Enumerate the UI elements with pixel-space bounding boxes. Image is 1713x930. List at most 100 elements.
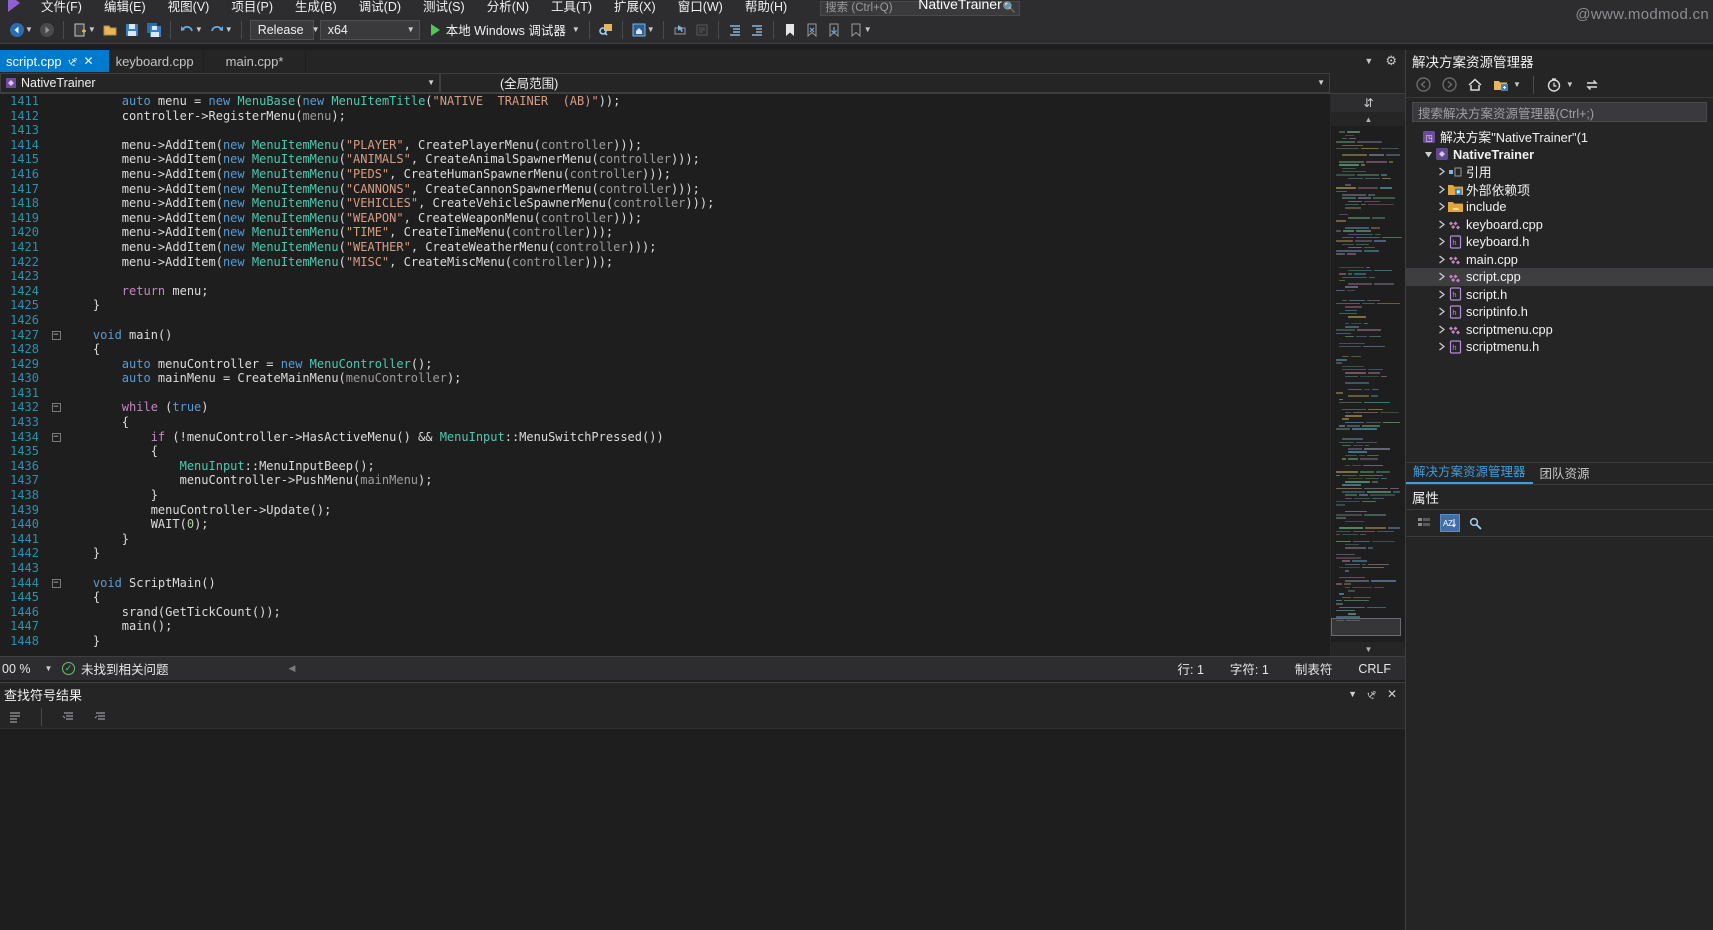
increase-indent-icon[interactable] [746,19,768,41]
scroll-up-arrow[interactable]: ▲ [1331,112,1405,126]
tree-node-[interactable]: 外部依赖项 [1406,181,1713,199]
chevron-down-icon[interactable]: ▼ [1513,80,1521,89]
minimap-viewport[interactable] [1331,618,1401,636]
home-icon[interactable] [1464,74,1486,96]
code-line[interactable]: 1434− if (!menuController->HasActiveMenu… [0,430,1330,445]
code-line[interactable]: 1421 menu->AddItem(new MenuItemMenu("WEA… [0,240,1330,255]
toggle-bookmark-icon[interactable] [779,19,801,41]
code-line[interactable]: 1420 menu->AddItem(new MenuItemMenu("TIM… [0,225,1330,240]
navigate-forward-icon[interactable] [36,19,58,41]
tab-team-explorer[interactable]: 团队资源 [1533,461,1597,484]
tree-node-script.cpp[interactable]: script.cpp [1406,268,1713,286]
menu-analyze[interactable]: 分析(N) [476,0,540,16]
new-file-icon[interactable] [69,19,91,41]
code-line[interactable]: 1428 { [0,342,1330,357]
code-line[interactable]: 1438 } [0,488,1330,503]
split-view-handle[interactable]: ⇵ [1331,94,1405,112]
show-all-files-icon[interactable] [1490,74,1512,96]
code-line[interactable]: 1412 controller->RegisterMenu(menu); [0,109,1330,124]
menu-build[interactable]: 生成(B) [284,0,348,16]
chevron-right-icon[interactable] [1436,290,1447,299]
code-line[interactable]: 1448 } [0,634,1330,649]
tree-node-keyboard.cpp[interactable]: keyboard.cpp [1406,216,1713,234]
pin-icon[interactable]: ⚓ [1364,686,1380,702]
code-line[interactable]: 1424 return menu; [0,284,1330,299]
close-icon[interactable]: ✕ [84,54,94,68]
code-line[interactable]: 1415 menu->AddItem(new MenuItemMenu("ANI… [0,152,1330,167]
code-line[interactable]: 1431 [0,386,1330,401]
tab-keyboard-cpp[interactable]: keyboard.cpp [109,50,204,72]
menu-help[interactable]: 帮助(H) [734,0,798,16]
chevron-right-icon[interactable] [1436,272,1447,281]
gear-icon[interactable]: ⚙ [1385,53,1397,69]
code-line[interactable]: 1442 } [0,546,1330,561]
categorized-icon[interactable] [1414,514,1434,532]
code-line[interactable]: 1427− void main() [0,328,1330,343]
sync-icon[interactable] [1581,74,1603,96]
clear-bookmarks-icon[interactable] [845,19,867,41]
chevron-right-icon[interactable] [1436,255,1447,264]
chevron-right-icon[interactable] [1436,167,1447,176]
fold-toggle-icon[interactable]: − [48,576,64,591]
menu-file[interactable]: 文件(F) [30,0,93,16]
solution-explorer-search-input[interactable]: 搜索解决方案资源管理器(Ctrl+;) [1412,102,1707,122]
code-line[interactable]: 1425 } [0,298,1330,313]
tree-node-include[interactable]: include [1406,198,1713,216]
home-window-icon[interactable] [628,19,650,41]
redo-icon[interactable] [206,19,228,41]
forward-icon[interactable] [1438,74,1460,96]
chevron-down-icon[interactable]: ▼ [1566,80,1574,89]
editor-minimap[interactable]: ⇵ ▲ ▼ [1330,94,1405,656]
tree-node-main.cpp[interactable]: main.cpp [1406,251,1713,269]
back-icon[interactable] [1412,74,1434,96]
code-line[interactable]: 1429 auto menuController = new MenuContr… [0,357,1330,372]
code-line[interactable]: 1422 menu->AddItem(new MenuItemMenu("MIS… [0,255,1330,270]
code-line[interactable]: 1413 [0,123,1330,138]
next-bookmark-icon[interactable] [823,19,845,41]
properties-icon[interactable] [1466,514,1486,532]
navigate-back-icon[interactable] [6,19,28,41]
code-line[interactable]: 1417 menu->AddItem(new MenuItemMenu("CAN… [0,182,1330,197]
menu-extensions[interactable]: 扩展(X) [603,0,667,16]
tree-node-keyboard.h[interactable]: h keyboard.h [1406,233,1713,251]
tab-solution-explorer[interactable]: 解决方案资源管理器 [1406,459,1533,484]
select-element-icon[interactable] [669,19,691,41]
fold-toggle-icon[interactable]: − [48,400,64,415]
code-line[interactable]: 1447 main(); [0,619,1330,634]
find-symbol-results-list[interactable] [0,729,1405,930]
fold-toggle-icon[interactable]: − [48,430,64,445]
code-line[interactable]: 1419 menu->AddItem(new MenuItemMenu("WEA… [0,211,1330,226]
expand-all-icon[interactable] [89,706,111,728]
code-line[interactable]: 1432− while (true) [0,400,1330,415]
chevron-right-icon[interactable] [1436,220,1447,229]
tab-script-cpp[interactable]: script.cpp ⚓ ✕ [0,50,110,72]
previous-bookmark-icon[interactable] [801,19,823,41]
member-scope-combo[interactable]: (全局范围) ▼ [440,72,1330,93]
tree-node-scriptmenu.h[interactable]: h scriptmenu.h [1406,338,1713,356]
tab-list-chevron-icon[interactable]: ▼ [1364,56,1373,66]
code-line[interactable]: 1443 [0,561,1330,576]
code-line[interactable]: 1439 menuController->Update(); [0,503,1330,518]
attach-to-process-icon[interactable] [595,19,617,41]
menu-tools[interactable]: 工具(T) [540,0,603,16]
collapse-all-icon[interactable] [57,706,79,728]
start-debugging-button[interactable]: 本地 Windows 调试器 ▼ [427,19,584,41]
chevron-down-icon[interactable]: ▼ [1348,689,1357,699]
tree-node-script.h[interactable]: h script.h [1406,286,1713,304]
save-icon[interactable] [121,19,143,41]
code-line[interactable]: 1441 } [0,532,1330,547]
chevron-right-icon[interactable] [1436,307,1447,316]
fold-toggle-icon[interactable]: − [48,328,64,343]
code-line[interactable]: 1426 [0,313,1330,328]
code-line[interactable]: 1445 { [0,590,1330,605]
tree-node-nativetrainer[interactable]: NativeTrainer [1406,146,1713,164]
list-view-icon[interactable] [4,706,26,728]
code-line[interactable]: 1437 menuController->PushMenu(mainMenu); [0,473,1330,488]
chevron-right-icon[interactable] [1436,202,1447,211]
zoom-level-combo[interactable]: 00 % ▼ [0,662,62,676]
code-line[interactable]: 1430 auto mainMenu = CreateMainMenu(menu… [0,371,1330,386]
tab-main-cpp[interactable]: main.cpp* [203,50,307,72]
chevron-right-icon[interactable] [1436,185,1447,194]
save-all-icon[interactable] [143,19,165,41]
code-line[interactable]: 1433 { [0,415,1330,430]
